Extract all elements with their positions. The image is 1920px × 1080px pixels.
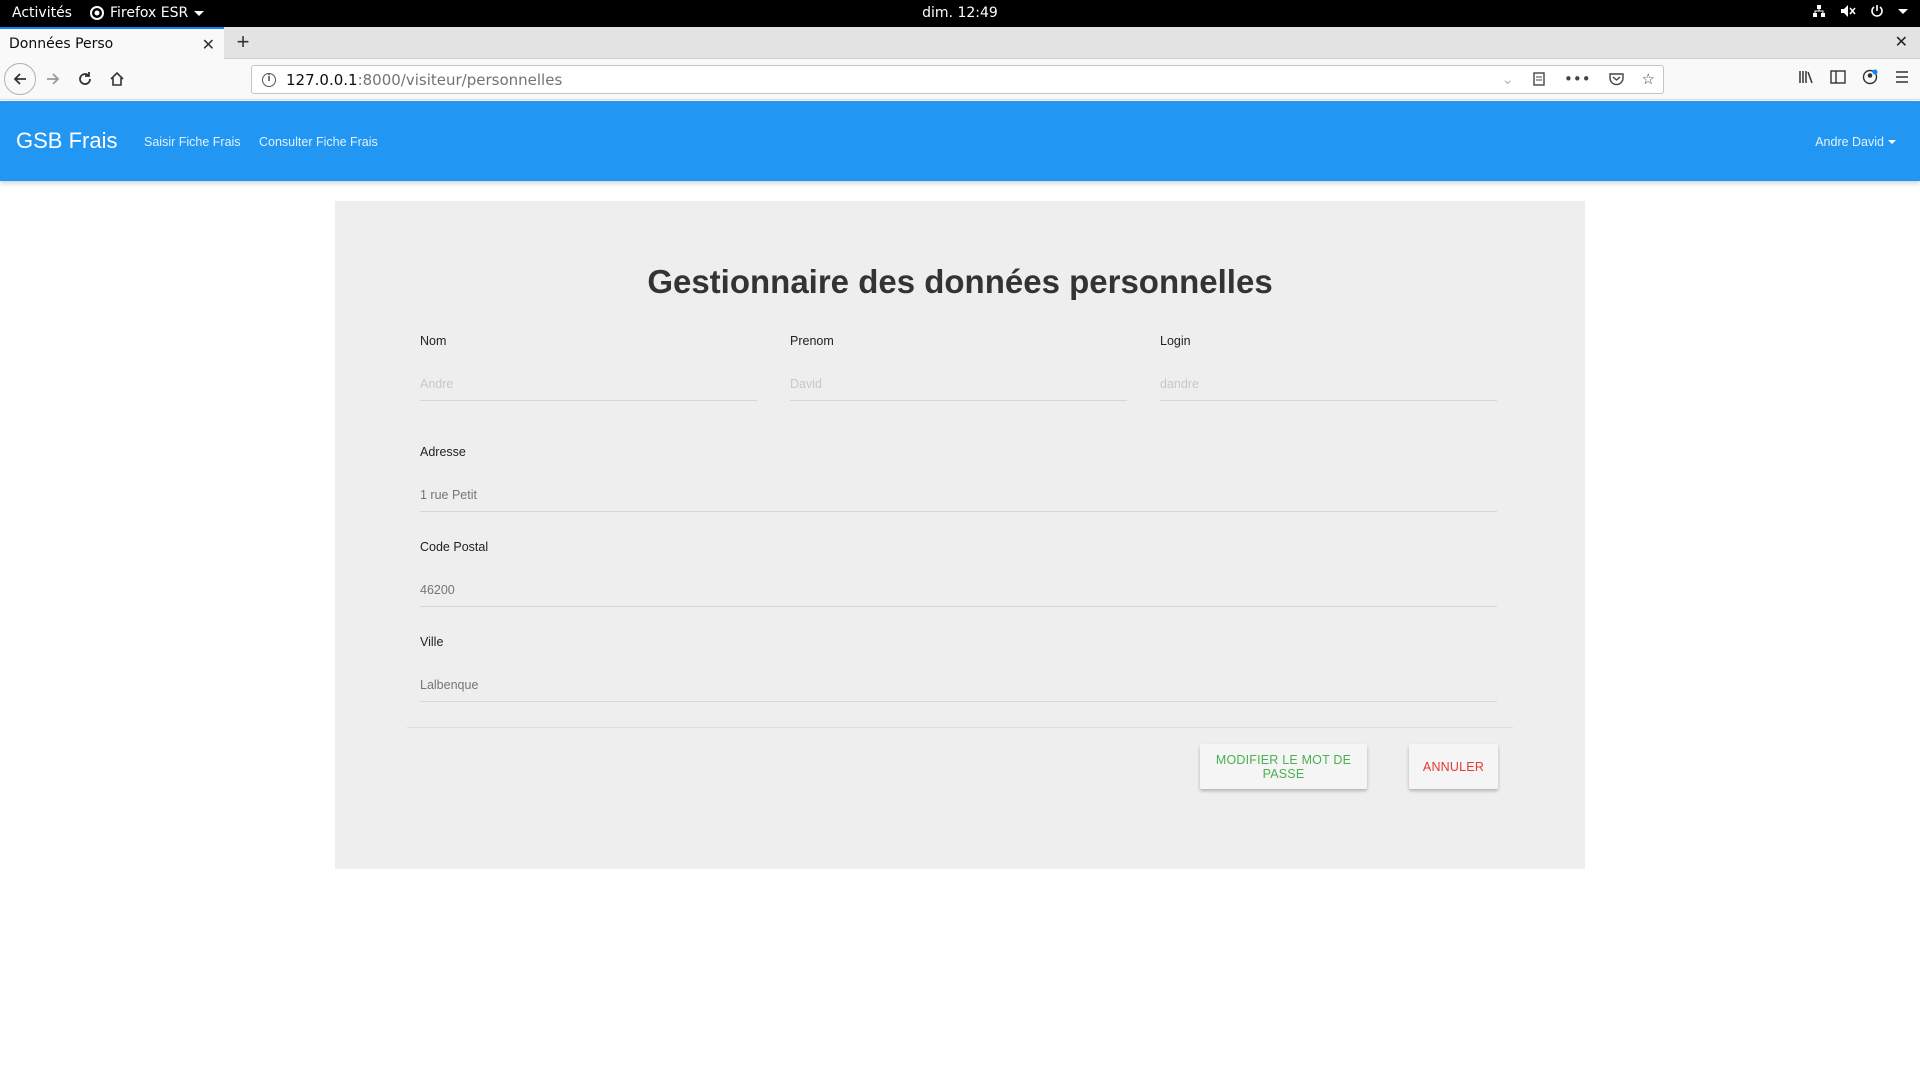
network-icon — [1813, 5, 1825, 17]
user-menu[interactable]: Andre David — [1815, 135, 1896, 149]
page-actions-icon[interactable]: ••• — [1564, 70, 1591, 88]
login-label: Login — [1160, 334, 1191, 348]
ville-field-group: Ville Lalbenque — [420, 635, 1497, 709]
chevron-down-icon — [1898, 8, 1908, 14]
bookmark-star-icon[interactable]: ☆ — [1642, 70, 1655, 88]
reload-button[interactable] — [70, 64, 100, 94]
sidebar-icon[interactable] — [1830, 70, 1846, 84]
adresse-input[interactable]: 1 rue Petit — [420, 488, 1497, 512]
info-icon[interactable]: i — [262, 72, 276, 87]
clock[interactable]: dim. 12:49 — [922, 5, 998, 21]
app-menu-label: Firefox ESR — [110, 5, 189, 21]
ville-label: Ville — [420, 635, 444, 649]
menu-icon[interactable] — [1894, 70, 1910, 84]
browser-tab[interactable]: Données Perso ✕ — [0, 27, 224, 59]
system-top-bar: Activités Firefox ESR dim. 12:49 — [0, 0, 1920, 27]
account-icon[interactable] — [1862, 69, 1878, 85]
prenom-field-group: Prenom David — [790, 334, 1127, 408]
prenom-input[interactable]: David — [790, 377, 1127, 401]
app-navbar: GSB Frais Saisir Fiche Frais Consulter F… — [0, 101, 1920, 181]
window-close-icon[interactable]: ✕ — [1895, 32, 1908, 52]
new-tab-button[interactable]: + — [230, 30, 256, 56]
code-postal-input[interactable]: 46200 — [420, 583, 1497, 607]
browser-toolbar: i 127.0.0.1:8000/visiteur/personnelles ⌄… — [0, 59, 1920, 100]
close-icon[interactable]: ✕ — [202, 35, 215, 54]
activities-button[interactable]: Activités — [12, 5, 72, 21]
back-button[interactable] — [4, 63, 36, 95]
arrow-right-icon — [47, 73, 60, 85]
forward-button[interactable] — [38, 64, 68, 94]
volume-muted-icon — [1841, 5, 1856, 17]
cancel-button[interactable]: ANNULER — [1409, 744, 1498, 789]
nav-saisir-fiche-frais[interactable]: Saisir Fiche Frais — [144, 135, 241, 149]
home-button[interactable] — [102, 64, 132, 94]
chevron-down-icon — [194, 10, 205, 16]
nom-field-group: Nom Andre — [420, 334, 757, 408]
reader-view-icon[interactable] — [1532, 72, 1546, 86]
nom-input[interactable]: Andre — [420, 377, 757, 401]
change-password-button[interactable]: MODIFIER LE MOT DE PASSE — [1200, 744, 1367, 789]
adresse-field-group: Adresse 1 rue Petit — [420, 445, 1497, 519]
app-menu[interactable]: Firefox ESR — [90, 5, 205, 21]
home-icon — [110, 71, 124, 86]
user-name: Andre David — [1815, 135, 1884, 149]
login-field-group: Login dandre — [1160, 334, 1497, 408]
reload-icon — [79, 72, 91, 85]
arrow-left-icon — [13, 73, 26, 85]
code-postal-label: Code Postal — [420, 540, 489, 554]
code-postal-field-group: Code Postal 46200 — [420, 540, 1497, 614]
power-icon — [1871, 5, 1883, 17]
chevron-down-icon[interactable]: ⌄ — [1501, 70, 1514, 88]
tab-title: Données Perso — [9, 36, 114, 52]
login-input[interactable]: dandre — [1160, 377, 1497, 401]
url-host: 127.0.0.1 — [286, 70, 358, 89]
pocket-icon[interactable] — [1608, 72, 1624, 86]
prenom-label: Prenom — [790, 334, 834, 348]
url-path: :8000/visiteur/personnelles — [357, 70, 563, 89]
nav-consulter-fiche-frais[interactable]: Consulter Fiche Frais — [259, 135, 378, 149]
nom-label: Nom — [420, 334, 447, 348]
brand-logo[interactable]: GSB Frais — [16, 128, 117, 154]
page-title: Gestionnaire des données personnelles — [647, 263, 1273, 300]
url-bar[interactable]: i 127.0.0.1:8000/visiteur/personnelles ⌄… — [251, 65, 1664, 94]
ville-input[interactable]: Lalbenque — [420, 678, 1497, 702]
status-menu[interactable] — [1812, 4, 1908, 18]
divider — [407, 727, 1513, 728]
personal-data-card: Gestionnaire des données personnelles No… — [335, 201, 1585, 869]
chevron-down-icon — [1888, 140, 1896, 144]
library-icon[interactable] — [1798, 70, 1814, 84]
adresse-label: Adresse — [420, 445, 466, 459]
tab-strip: Données Perso ✕ + ✕ — [0, 27, 1920, 59]
firefox-icon — [90, 6, 104, 20]
